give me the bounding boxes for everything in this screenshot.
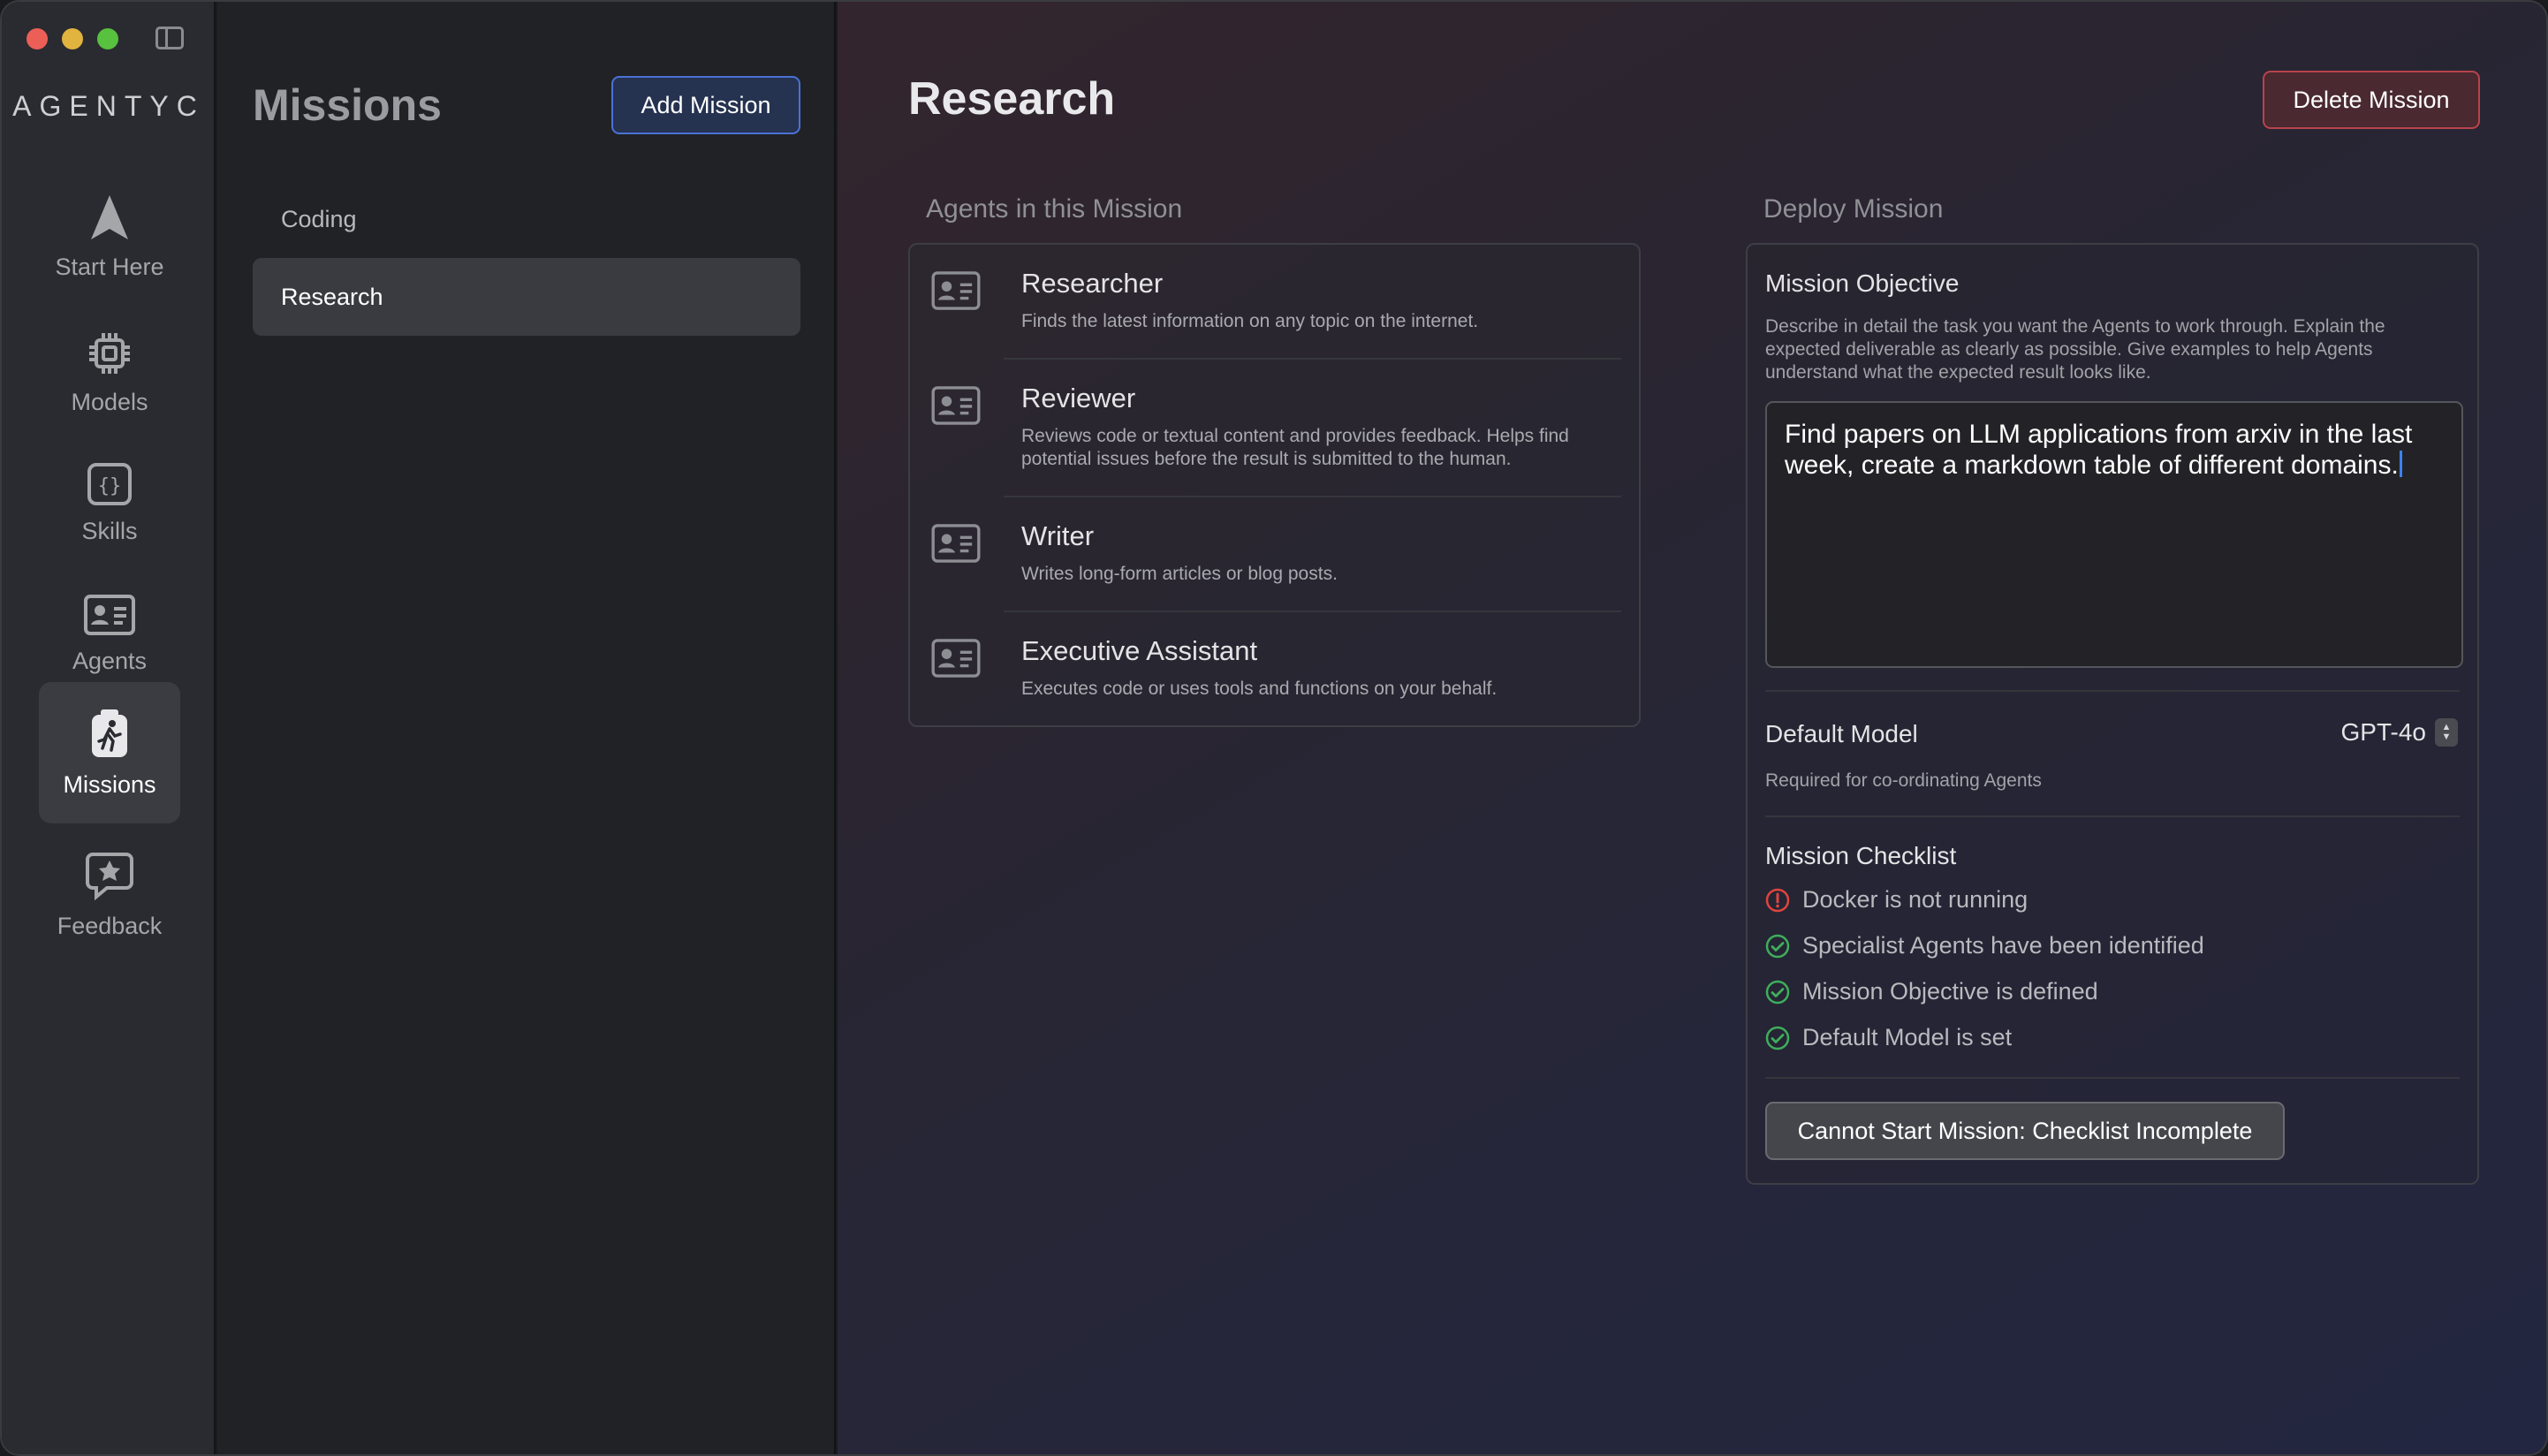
- default-model-label: Default Model: [1765, 720, 1918, 747]
- check-circle-icon: [1765, 934, 1790, 958]
- text-caret: [2399, 451, 2402, 477]
- id-card-icon: [84, 594, 135, 635]
- agent-name: Writer: [1021, 520, 1095, 551]
- svg-text:{}: {}: [98, 475, 122, 497]
- start-mission-button[interactable]: Cannot Start Mission: Checklist Incomple…: [1765, 1102, 2285, 1160]
- alert-circle-icon: [1765, 888, 1790, 912]
- agent-name: Executive Assistant: [1021, 635, 1258, 666]
- chip-icon: [89, 332, 130, 374]
- default-model-select[interactable]: GPT-4o ▲ ▼: [2341, 718, 2458, 747]
- agents-list: Researcher Finds the latest information …: [908, 243, 1641, 727]
- missions-list-panel: Missions Add Mission Coding Research: [217, 2, 836, 1454]
- agent-item-researcher[interactable]: Researcher Finds the latest information …: [928, 245, 1621, 358]
- nav-item-feedback[interactable]: Feedback: [39, 825, 180, 967]
- agent-item-executive-assistant[interactable]: Executive Assistant Executes code or use…: [928, 612, 1621, 725]
- objective-text: Find papers on LLM applications from arx…: [1785, 420, 2413, 480]
- minimize-window-button[interactable]: [62, 28, 83, 49]
- id-card-icon: [931, 386, 981, 425]
- missions-title: Missions: [253, 80, 442, 130]
- sidebar-toggle-icon[interactable]: [155, 27, 184, 49]
- nav-item-label: Models: [71, 388, 148, 415]
- close-window-button[interactable]: [27, 28, 48, 49]
- checklist-item: Docker is not running: [1765, 886, 2028, 914]
- nav-rail: AGENTYC Start Here Models {} Skills Agen…: [2, 2, 216, 1454]
- agent-item-writer[interactable]: Writer Writes long-form articles or blog…: [928, 497, 1621, 610]
- star-bubble-icon: [86, 852, 133, 900]
- default-model-value: GPT-4o: [2340, 718, 2426, 746]
- divider: [1765, 815, 2460, 817]
- mission-item-research[interactable]: Research: [253, 258, 800, 336]
- page-title: Research: [908, 73, 1116, 125]
- nav-item-start-here[interactable]: Start Here: [39, 166, 180, 307]
- add-mission-button[interactable]: Add Mission: [611, 76, 800, 134]
- mission-item-coding[interactable]: Coding: [253, 180, 800, 258]
- objective-textarea[interactable]: Find papers on LLM applications from arx…: [1765, 401, 2463, 668]
- divider: [1765, 1077, 2460, 1079]
- agent-description: Executes code or uses tools and function…: [1021, 679, 1498, 699]
- id-card-icon: [931, 271, 981, 310]
- agent-name: Researcher: [1021, 268, 1164, 299]
- app-window: AGENTYC Start Here Models {} Skills Agen…: [0, 0, 2548, 1456]
- objective-label: Mission Objective: [1765, 269, 1960, 297]
- checklist-item-label: Mission Objective is defined: [1802, 978, 2098, 1005]
- check-circle-icon: [1765, 1026, 1790, 1050]
- nav-item-label: Feedback: [57, 912, 163, 939]
- nav-item-label: Skills: [81, 517, 138, 544]
- agent-description: Finds the latest information on any topi…: [1021, 311, 1479, 331]
- delete-mission-button[interactable]: Delete Mission: [2263, 71, 2480, 129]
- runner-icon: [92, 709, 127, 757]
- checklist-item-label: Default Model is set: [1802, 1024, 2013, 1050]
- id-card-icon: [931, 524, 981, 563]
- checklist-item: Specialist Agents have been identified: [1765, 932, 2204, 959]
- agent-name: Reviewer: [1021, 383, 1136, 413]
- divider: [1765, 690, 2460, 692]
- default-model-help-text: Required for co-ordinating Agents: [1765, 770, 2042, 791]
- agents-section-title: Agents in this Mission: [926, 194, 1183, 224]
- nav-item-label: Start Here: [55, 253, 164, 280]
- chevron-up-down-icon: ▲ ▼: [2435, 718, 2458, 747]
- checklist-item: Mission Objective is defined: [1765, 978, 2098, 1005]
- deploy-panel: Mission Objective Describe in detail the…: [1746, 243, 2479, 1185]
- id-card-icon: [931, 639, 981, 678]
- deploy-section-title: Deploy Mission: [1763, 194, 1944, 224]
- check-circle-icon: [1765, 980, 1790, 1004]
- window-controls: [27, 28, 118, 49]
- checklist-item-label: Docker is not running: [1802, 886, 2029, 913]
- nav-item-label: Agents: [72, 647, 148, 674]
- app-logo: AGENTYC: [12, 90, 205, 122]
- objective-help-text: Describe in detail the task you want the…: [1765, 316, 2385, 383]
- checklist-item-label: Specialist Agents have been identified: [1802, 932, 2204, 959]
- braces-icon: {}: [87, 462, 132, 505]
- nav-item-label: Missions: [63, 770, 156, 798]
- mission-detail: Research Delete Mission Agents in this M…: [838, 2, 2546, 1454]
- checklist-title: Mission Checklist: [1765, 842, 1957, 869]
- nav-item-missions[interactable]: Missions: [39, 682, 180, 823]
- agent-item-reviewer[interactable]: Reviewer Reviews code or textual content…: [928, 360, 1621, 496]
- navigation-arrow-icon: [91, 194, 128, 239]
- nav-item-models[interactable]: Models: [39, 302, 180, 444]
- maximize-window-button[interactable]: [97, 28, 118, 49]
- nav-item-skills[interactable]: {} Skills: [39, 433, 180, 574]
- agent-description: Writes long-form articles or blog posts.: [1021, 564, 1338, 584]
- agent-description: Reviews code or textual content and prov…: [1021, 426, 1569, 469]
- checklist-item: Default Model is set: [1765, 1024, 2012, 1051]
